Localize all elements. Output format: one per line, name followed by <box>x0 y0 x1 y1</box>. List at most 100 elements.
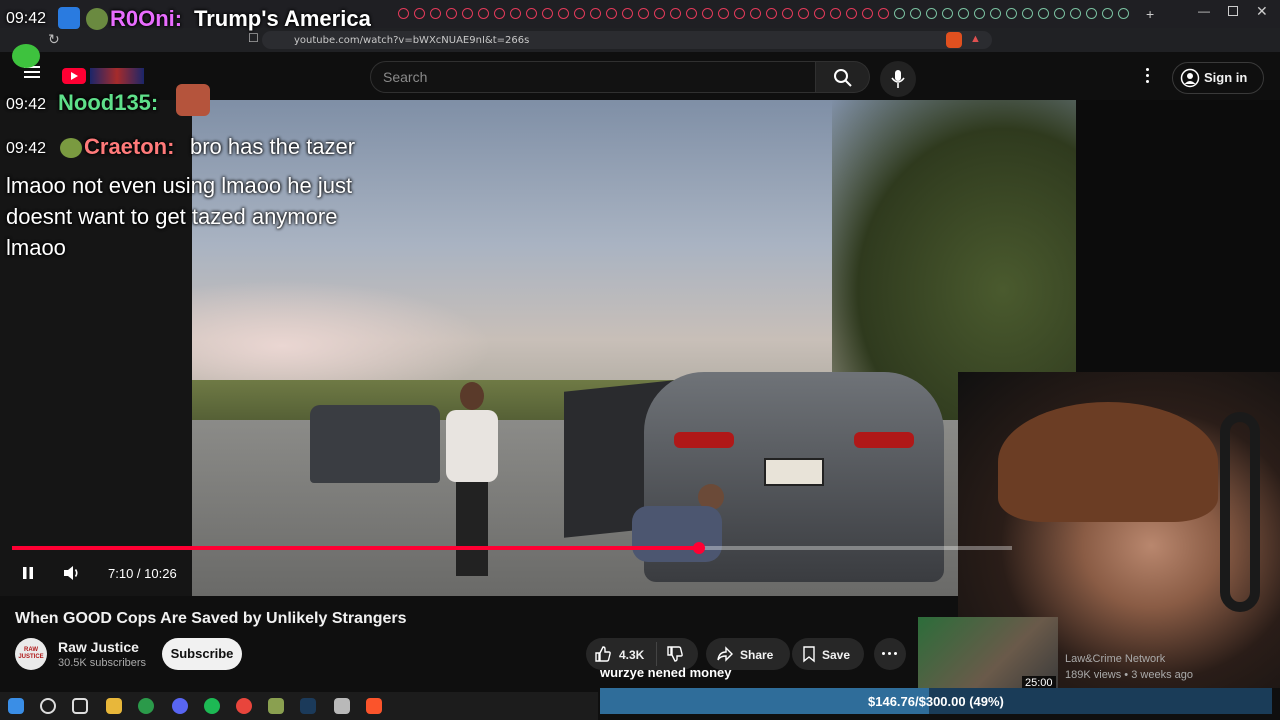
browser-tab[interactable] <box>462 8 473 19</box>
browser-tab[interactable] <box>398 8 409 19</box>
browser-tab[interactable] <box>926 8 937 19</box>
chrome-icon[interactable] <box>236 698 252 714</box>
browser-tab[interactable] <box>942 8 953 19</box>
discord-icon[interactable] <box>172 698 188 714</box>
pause-icon <box>23 567 33 579</box>
spotify-icon[interactable] <box>204 698 220 714</box>
thumbs-up-icon <box>595 646 611 662</box>
app-icon-3[interactable] <box>334 698 350 714</box>
maximize-icon[interactable] <box>1228 6 1238 16</box>
browser-tab[interactable] <box>1038 8 1049 19</box>
browser-tab[interactable] <box>814 8 825 19</box>
license-plate <box>764 458 824 486</box>
close-window-icon[interactable]: ✕ <box>1256 3 1268 20</box>
browser-tab[interactable] <box>894 8 905 19</box>
stream-title-user: R0Oni: <box>110 6 183 31</box>
minimize-icon[interactable]: — <box>1198 4 1210 18</box>
save-button[interactable]: Save <box>792 638 864 670</box>
app-icon[interactable] <box>138 698 154 714</box>
browser-tab[interactable] <box>622 8 633 19</box>
browser-tab[interactable] <box>766 8 777 19</box>
extensions-area[interactable] <box>1108 33 1258 47</box>
like-divider <box>656 642 657 666</box>
browser-tab[interactable] <box>862 8 873 19</box>
browser-tab[interactable] <box>494 8 505 19</box>
volume-button[interactable] <box>62 564 82 582</box>
youtube-logo-icon[interactable] <box>62 68 86 84</box>
browser-tab[interactable] <box>878 8 889 19</box>
brave-rewards-icon[interactable]: ▲ <box>970 33 981 45</box>
like-count: 4.3K <box>619 648 645 662</box>
browser-tab[interactable] <box>830 8 841 19</box>
recommended-channel[interactable]: Law&Crime Network <box>1065 653 1165 665</box>
search-placeholder: Search <box>383 69 428 85</box>
share-label: Share <box>740 648 774 662</box>
flag-logo-icon <box>90 68 144 84</box>
task-view-icon[interactable] <box>72 698 88 714</box>
search-input[interactable] <box>370 61 816 93</box>
browser-tab[interactable] <box>990 8 1001 19</box>
search-button[interactable] <box>816 61 870 93</box>
browser-tab[interactable] <box>478 8 489 19</box>
dislike-button[interactable] <box>666 645 684 663</box>
bookmark-icon <box>803 646 815 663</box>
browser-tab[interactable] <box>798 8 809 19</box>
bookmark-icon[interactable]: ☐ <box>248 31 259 45</box>
channel-name[interactable]: Raw Justice <box>58 639 139 655</box>
browser-tab[interactable] <box>958 8 969 19</box>
browser-tab[interactable] <box>1086 8 1097 19</box>
browser-tab[interactable] <box>1054 8 1065 19</box>
browser-tab[interactable] <box>910 8 921 19</box>
chat-user: Nood135: <box>58 90 159 115</box>
search-icon <box>834 69 852 87</box>
channel-avatar-text: RAW JUSTICE <box>18 647 44 660</box>
app-icon-2[interactable] <box>268 698 284 714</box>
browser-tab[interactable] <box>782 8 793 19</box>
thumbs-down-icon <box>667 646 683 662</box>
browser-tab[interactable] <box>638 8 649 19</box>
channel-avatar[interactable]: RAW JUSTICE <box>15 638 47 670</box>
search-taskbar-icon[interactable] <box>40 698 56 714</box>
brave-shield-icon[interactable] <box>946 32 962 48</box>
browser-tab[interactable] <box>670 8 681 19</box>
brave-icon[interactable] <box>366 698 382 714</box>
browser-tab[interactable] <box>974 8 985 19</box>
reload-icon[interactable]: ↻ <box>48 31 60 48</box>
browser-tab[interactable] <box>686 8 697 19</box>
progress-scrubber[interactable] <box>693 542 705 554</box>
like-button[interactable] <box>594 645 612 663</box>
browser-tab[interactable] <box>542 8 553 19</box>
browser-tab[interactable] <box>1102 8 1113 19</box>
pause-button[interactable] <box>20 565 36 581</box>
subscribe-button[interactable]: Subscribe <box>162 638 242 670</box>
start-menu-icon[interactable] <box>8 698 24 714</box>
browser-tab[interactable] <box>606 8 617 19</box>
more-options-icon[interactable] <box>1146 68 1149 71</box>
browser-tab[interactable] <box>1006 8 1017 19</box>
steam-icon[interactable] <box>300 698 316 714</box>
sign-in-label: Sign in <box>1204 70 1248 85</box>
browser-tab[interactable] <box>574 8 585 19</box>
more-actions-button[interactable] <box>874 638 906 670</box>
browser-tab[interactable] <box>510 8 521 19</box>
browser-tab[interactable] <box>558 8 569 19</box>
browser-tab[interactable] <box>718 8 729 19</box>
browser-tab[interactable] <box>590 8 601 19</box>
browser-tab[interactable] <box>702 8 713 19</box>
browser-tab[interactable] <box>430 8 441 19</box>
file-explorer-icon[interactable] <box>106 698 122 714</box>
new-tab-icon[interactable]: + <box>1146 6 1154 22</box>
browser-tab[interactable] <box>446 8 457 19</box>
browser-tab[interactable] <box>1070 8 1081 19</box>
browser-tab[interactable] <box>654 8 665 19</box>
browser-tab[interactable] <box>414 8 425 19</box>
voice-search-button[interactable] <box>880 61 916 97</box>
save-label: Save <box>822 648 851 662</box>
browser-tab[interactable] <box>526 8 537 19</box>
browser-tab[interactable] <box>846 8 857 19</box>
browser-tab[interactable] <box>1118 8 1129 19</box>
browser-tab[interactable] <box>734 8 745 19</box>
stream-title-line: 09:42 R0Oni: Trump's America <box>6 6 371 31</box>
browser-tab[interactable] <box>1022 8 1033 19</box>
browser-tab[interactable] <box>750 8 761 19</box>
